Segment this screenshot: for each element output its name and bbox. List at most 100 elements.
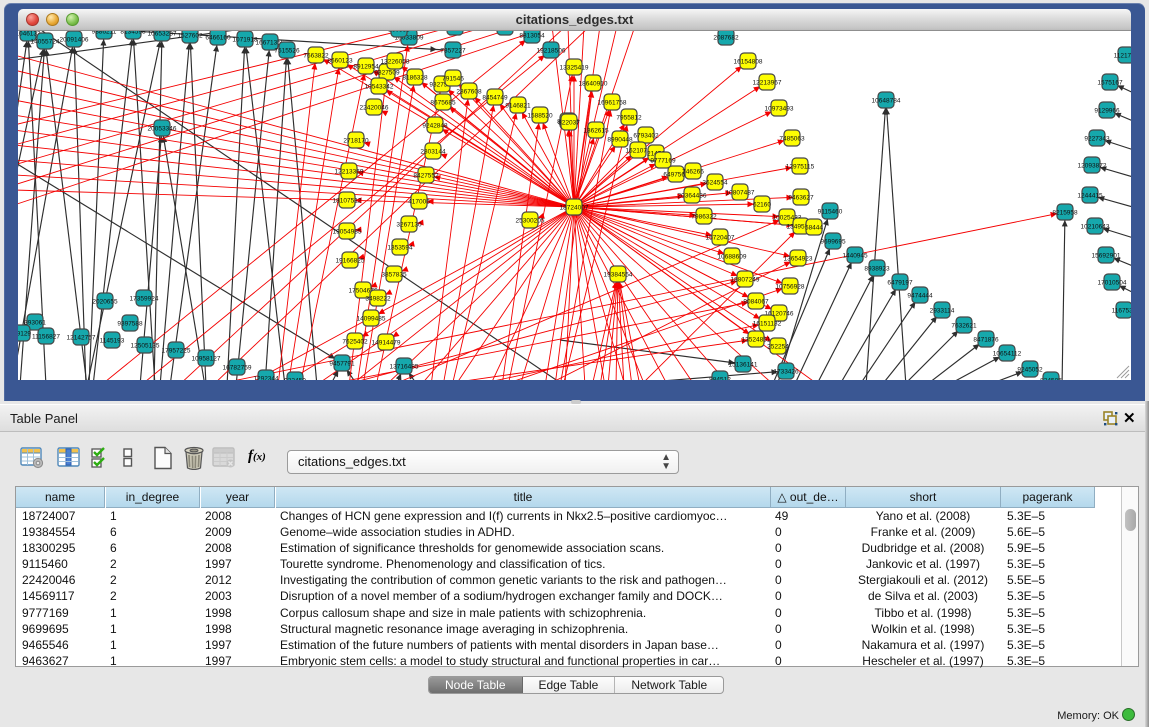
svg-text:791546: 791546 (442, 76, 464, 83)
svg-text:15692901: 15692901 (1092, 253, 1121, 260)
svg-text:18640910: 18640910 (579, 81, 608, 88)
svg-text:2803144: 2803144 (420, 149, 446, 156)
svg-text:3624554: 3624554 (702, 180, 728, 187)
svg-text:16154808: 16154808 (734, 59, 763, 66)
svg-text:10807487: 10807487 (726, 190, 755, 197)
svg-text:8134598: 8134598 (120, 31, 146, 36)
svg-text:884512: 884512 (709, 377, 731, 381)
svg-text:822037: 822037 (558, 120, 580, 127)
svg-text:19166825: 19166825 (336, 258, 365, 265)
svg-text:13226058: 13226058 (381, 59, 410, 66)
svg-text:39129: 39129 (18, 331, 31, 338)
svg-text:10654112: 10654112 (993, 351, 1022, 358)
svg-text:8427552: 8427552 (413, 173, 439, 180)
svg-text:922450: 922450 (284, 378, 306, 381)
svg-text:22420046: 22420046 (360, 105, 389, 112)
svg-text:7632621: 7632621 (951, 323, 977, 330)
svg-text:1121704: 1121704 (1114, 53, 1131, 60)
svg-text:19054985: 19054985 (333, 229, 362, 236)
svg-text:1353594: 1353594 (387, 245, 413, 252)
svg-text:9084067: 9084067 (743, 299, 769, 306)
svg-text:14099485: 14099485 (357, 316, 386, 323)
svg-text:1244415: 1244415 (1077, 193, 1103, 200)
svg-text:6479197: 6479197 (887, 280, 913, 287)
svg-text:12142757: 12142757 (67, 335, 96, 342)
svg-text:12093872: 12093872 (1078, 163, 1107, 170)
svg-text:9146821: 9146821 (505, 103, 531, 110)
svg-text:2933114: 2933114 (930, 308, 955, 315)
svg-text:19218506: 19218506 (537, 48, 566, 55)
svg-text:12505135: 12505135 (131, 343, 160, 350)
svg-text:824505: 824505 (1040, 378, 1062, 381)
svg-text:13716485: 13716485 (390, 364, 419, 371)
svg-text:13325419: 13325419 (560, 65, 589, 72)
svg-text:746266: 746266 (682, 169, 704, 176)
svg-text:9227343: 9227343 (1084, 136, 1110, 143)
svg-text:1440945: 1440945 (842, 253, 868, 260)
svg-text:252254: 252254 (767, 344, 789, 351)
svg-text:1362615: 1362615 (583, 128, 609, 135)
svg-text:58444: 58444 (805, 225, 823, 232)
svg-text:10653287: 10653287 (148, 31, 177, 38)
svg-text:19384554: 19384554 (604, 272, 633, 279)
svg-text:9886211: 9886211 (92, 31, 117, 36)
svg-text:9327509: 9327509 (374, 70, 400, 77)
svg-text:8675685: 8675685 (430, 100, 456, 107)
svg-text:17359924: 17359924 (130, 296, 159, 303)
svg-text:1588520: 1588520 (527, 113, 553, 120)
svg-text:20053346: 20053346 (148, 126, 177, 133)
svg-text:9129966: 9129966 (1094, 108, 1120, 115)
svg-text:18724007: 18724007 (560, 205, 589, 212)
svg-text:6466160: 6466160 (205, 35, 231, 42)
svg-text:25300205: 25300205 (516, 218, 545, 225)
svg-text:10543342: 10543342 (365, 84, 394, 91)
svg-text:9457791: 9457791 (329, 361, 355, 368)
svg-text:12975115: 12975115 (786, 164, 815, 171)
svg-text:10958127: 10958127 (192, 356, 221, 363)
svg-text:2867608: 2867608 (456, 89, 482, 96)
svg-text:7663822: 7663822 (303, 53, 329, 60)
svg-text:9245052: 9245052 (1017, 367, 1043, 374)
svg-text:9699695: 9699695 (820, 239, 846, 246)
svg-text:17010504: 17010504 (1098, 280, 1127, 287)
svg-text:62160: 62160 (753, 202, 771, 209)
svg-text:417006: 417006 (408, 199, 430, 206)
svg-text:3498222: 3498222 (365, 296, 391, 303)
svg-text:17957225: 17957225 (162, 348, 191, 355)
svg-text:2718170: 2718170 (343, 138, 369, 145)
svg-text:12213967: 12213967 (753, 80, 782, 87)
svg-text:7485063: 7485063 (779, 136, 805, 143)
svg-text:13524851: 13524851 (742, 337, 771, 344)
svg-text:160338: 160338 (388, 31, 410, 34)
svg-text:10648784: 10648784 (872, 98, 901, 105)
svg-text:88130: 88130 (496, 31, 514, 32)
svg-text:9397588: 9397588 (117, 321, 143, 328)
svg-text:14055724: 14055724 (31, 39, 60, 46)
svg-text:2087682: 2087682 (713, 35, 739, 42)
svg-text:16961758: 16961758 (598, 100, 627, 107)
svg-text:7986322: 7986322 (691, 214, 717, 221)
svg-text:8813054: 8813054 (519, 33, 545, 40)
svg-text:3857835: 3857835 (381, 272, 407, 279)
svg-text:8186328: 8186328 (402, 75, 428, 82)
svg-text:20364436: 20364436 (678, 193, 707, 200)
svg-text:18807249: 18807249 (731, 277, 760, 284)
svg-text:10688609: 10688609 (718, 254, 747, 261)
svg-text:10756928: 10756928 (776, 284, 805, 291)
svg-text:8471876: 8471876 (973, 337, 999, 344)
svg-text:1292344: 1292344 (253, 376, 279, 381)
svg-text:6793402: 6793402 (633, 133, 659, 140)
svg-text:14914479: 14914479 (372, 340, 401, 347)
svg-text:18107512: 18107512 (333, 198, 362, 205)
svg-text:9115460: 9115460 (818, 209, 843, 216)
svg-text:11156827: 11156827 (32, 334, 60, 341)
svg-text:8215958: 8215958 (1052, 210, 1078, 217)
svg-text:9777169: 9777169 (650, 158, 676, 165)
svg-text:1167534: 1167534 (1112, 308, 1131, 315)
svg-text:1575167: 1575167 (1097, 80, 1123, 87)
svg-text:9242848: 9242848 (422, 123, 448, 130)
svg-text:7515526: 7515526 (274, 48, 300, 55)
svg-text:12213369: 12213369 (335, 169, 364, 176)
svg-text:1071918: 1071918 (232, 37, 258, 44)
svg-text:8990448: 8990448 (607, 137, 633, 144)
